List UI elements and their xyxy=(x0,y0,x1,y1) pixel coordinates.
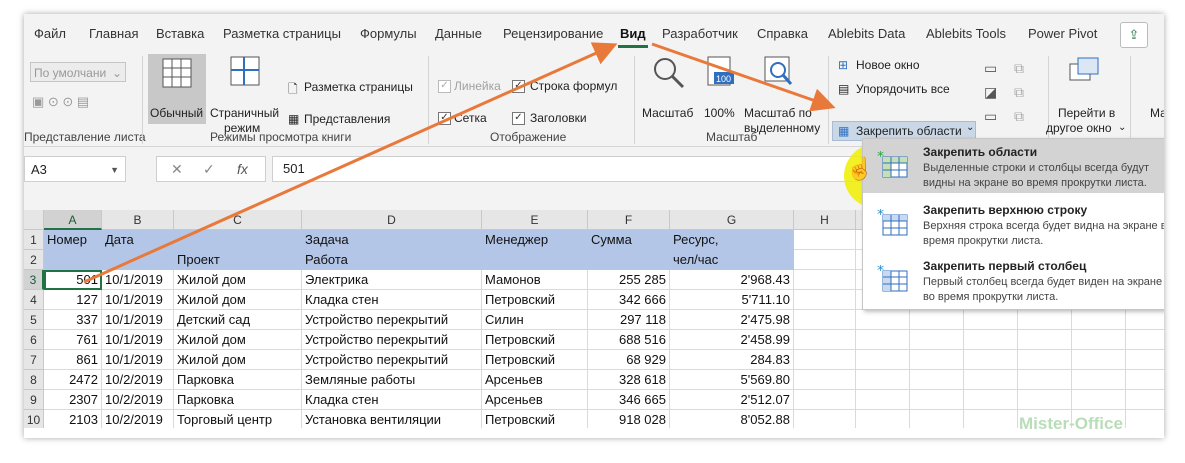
arrow-view-tab-to-freeze xyxy=(651,42,836,112)
arrow-cell-to-view-tab xyxy=(83,42,618,284)
annotation-arrows xyxy=(83,42,836,284)
